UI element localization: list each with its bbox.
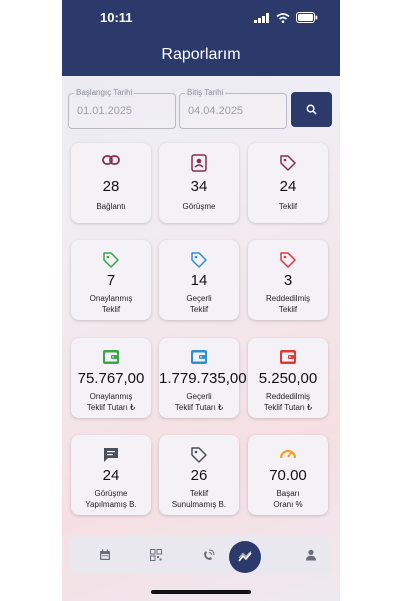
stat-label: Görüşme Yapılmamış B. bbox=[73, 488, 149, 510]
stat-label-line2: Teklif bbox=[278, 305, 298, 314]
stat-card[interactable]: 3 Reddedilmiş Teklif bbox=[248, 240, 328, 320]
stat-label-line2: Teklif Tutarı ₺ bbox=[86, 403, 136, 412]
stat-card[interactable]: 1.779.735,00 Geçerli Teklif Tutarı ₺ bbox=[159, 338, 247, 418]
stat-card[interactable]: 24 Görüşme Yapılmamış B. bbox=[71, 435, 151, 515]
stat-card[interactable]: 7 Onaylanmış Teklif bbox=[71, 240, 151, 320]
stat-label-line1: Onaylanmış bbox=[89, 294, 133, 303]
stat-label-line2: Oranı % bbox=[273, 500, 303, 509]
stat-value: 70.00 bbox=[269, 467, 307, 484]
stat-label: Teklif bbox=[250, 201, 326, 212]
stat-label: Geçerli Teklif bbox=[161, 293, 237, 315]
stat-card[interactable]: 14 Geçerli Teklif bbox=[159, 240, 239, 320]
phone-signal-icon bbox=[203, 549, 214, 560]
search-icon bbox=[306, 104, 317, 115]
stat-value: 28 bbox=[102, 178, 120, 195]
stat-value: 1.779.735,00 bbox=[159, 370, 247, 387]
stat-label-line1: Görüşme bbox=[182, 202, 216, 211]
nav-reports-active[interactable] bbox=[229, 541, 261, 573]
nav-qr[interactable] bbox=[141, 536, 171, 574]
start-date-field[interactable]: Başlangıç Tarihi 01.01.2025 bbox=[68, 88, 176, 129]
stat-card[interactable]: 5.250,00 Reddedilmiş Teklif Tutarı ₺ bbox=[248, 338, 328, 418]
stat-label-line1: Bağlantı bbox=[96, 202, 126, 211]
stat-label-line1: Geçerli bbox=[186, 392, 212, 401]
stat-label-line2: Sunulmamış B. bbox=[171, 500, 227, 509]
wallet-icon bbox=[248, 349, 328, 367]
stat-value: 7 bbox=[106, 272, 116, 289]
tag-icon bbox=[248, 154, 328, 172]
person-icon bbox=[306, 549, 316, 561]
stat-card[interactable]: 34 Görüşme bbox=[159, 143, 239, 223]
stat-label-line2: Teklif bbox=[101, 305, 121, 314]
stat-label-line2: Teklif Tutarı ₺ bbox=[263, 403, 313, 412]
page-title: Raporlarım bbox=[161, 46, 241, 63]
wallet-icon bbox=[159, 349, 239, 367]
stat-label-line1: Reddedilmiş bbox=[265, 294, 311, 303]
tag-icon bbox=[71, 251, 151, 269]
stat-label: Bağlantı bbox=[73, 201, 149, 212]
stat-label-line1: Teklif bbox=[278, 202, 298, 211]
stat-value: 3 bbox=[283, 272, 293, 289]
stat-card[interactable]: 26 Teklif Sunulmamış B. bbox=[159, 435, 239, 515]
nav-calls[interactable] bbox=[193, 536, 223, 574]
stat-value: 75.767,00 bbox=[77, 370, 145, 387]
stat-label-line1: Geçerli bbox=[186, 294, 212, 303]
nav-calendar[interactable] bbox=[90, 536, 120, 574]
tag-icon bbox=[159, 446, 239, 464]
stat-value: 26 bbox=[190, 467, 208, 484]
stat-card[interactable]: 70.00 Başarı Oranı % bbox=[248, 435, 328, 515]
wifi-icon bbox=[276, 12, 290, 23]
stat-label-line1: Başarı bbox=[276, 489, 300, 498]
stat-label-line1: Onaylanmış bbox=[89, 392, 133, 401]
stat-label-line2: Yapılmamış B. bbox=[85, 500, 137, 509]
stat-value: 14 bbox=[190, 272, 208, 289]
bottom-navigation bbox=[70, 536, 331, 574]
stat-label: Görüşme bbox=[161, 201, 237, 212]
stat-card[interactable]: 24 Teklif bbox=[248, 143, 328, 223]
tag-icon bbox=[159, 251, 239, 269]
phone-screen: 10:11 Raporlarım Başlangıç Tarihi 01.01.… bbox=[62, 0, 340, 601]
stat-label-line1: Teklif bbox=[189, 489, 209, 498]
qr-code-icon bbox=[150, 549, 162, 561]
app-header: 10:11 Raporlarım bbox=[62, 0, 340, 76]
stat-label: Onaylanmış Teklif Tutarı ₺ bbox=[73, 391, 149, 413]
signal-icon bbox=[254, 12, 269, 23]
home-indicator bbox=[151, 590, 251, 594]
stat-value: 24 bbox=[102, 467, 120, 484]
stat-value: 24 bbox=[279, 178, 297, 195]
stat-label: Başarı Oranı % bbox=[250, 488, 326, 510]
start-date-value: 01.01.2025 bbox=[77, 105, 133, 117]
status-icons bbox=[254, 12, 318, 23]
stat-card[interactable]: 75.767,00 Onaylanmış Teklif Tutarı ₺ bbox=[71, 338, 151, 418]
stat-label-line1: Görüşme bbox=[94, 489, 128, 498]
end-date-value: 04.04.2025 bbox=[188, 105, 244, 117]
start-date-label: Başlangıç Tarihi bbox=[74, 88, 135, 97]
stat-label: Reddedilmiş Teklif bbox=[250, 293, 326, 315]
wallet-icon bbox=[71, 349, 151, 367]
search-button[interactable] bbox=[291, 92, 332, 127]
nav-profile[interactable] bbox=[296, 536, 326, 574]
stat-label: Geçerli Teklif Tutarı ₺ bbox=[161, 391, 237, 413]
stat-label-line2: Teklif Tutarı ₺ bbox=[174, 403, 224, 412]
tag-icon bbox=[248, 251, 328, 269]
chat-icon bbox=[71, 446, 151, 464]
battery-icon bbox=[296, 12, 318, 23]
end-date-field[interactable]: Bitiş Tarihi 04.04.2025 bbox=[179, 88, 287, 129]
stat-card[interactable]: 28 Bağlantı bbox=[71, 143, 151, 223]
calendar-icon bbox=[100, 549, 110, 560]
stat-value: 5.250,00 bbox=[258, 370, 318, 387]
status-time: 10:11 bbox=[100, 10, 133, 25]
end-date-label: Bitiş Tarihi bbox=[185, 88, 226, 97]
stat-label-line1: Reddedilmiş bbox=[265, 392, 311, 401]
stat-label-line2: Teklif bbox=[189, 305, 209, 314]
stat-value: 34 bbox=[190, 178, 208, 195]
contact-card-icon bbox=[159, 154, 239, 172]
stat-label: Onaylanmış Teklif bbox=[73, 293, 149, 315]
speedometer-icon bbox=[248, 446, 328, 464]
stat-label: Reddedilmiş Teklif Tutarı ₺ bbox=[250, 391, 326, 413]
stat-label: Teklif Sunulmamış B. bbox=[161, 488, 237, 510]
link-icon bbox=[71, 154, 151, 172]
trend-chart-icon bbox=[238, 551, 252, 562]
